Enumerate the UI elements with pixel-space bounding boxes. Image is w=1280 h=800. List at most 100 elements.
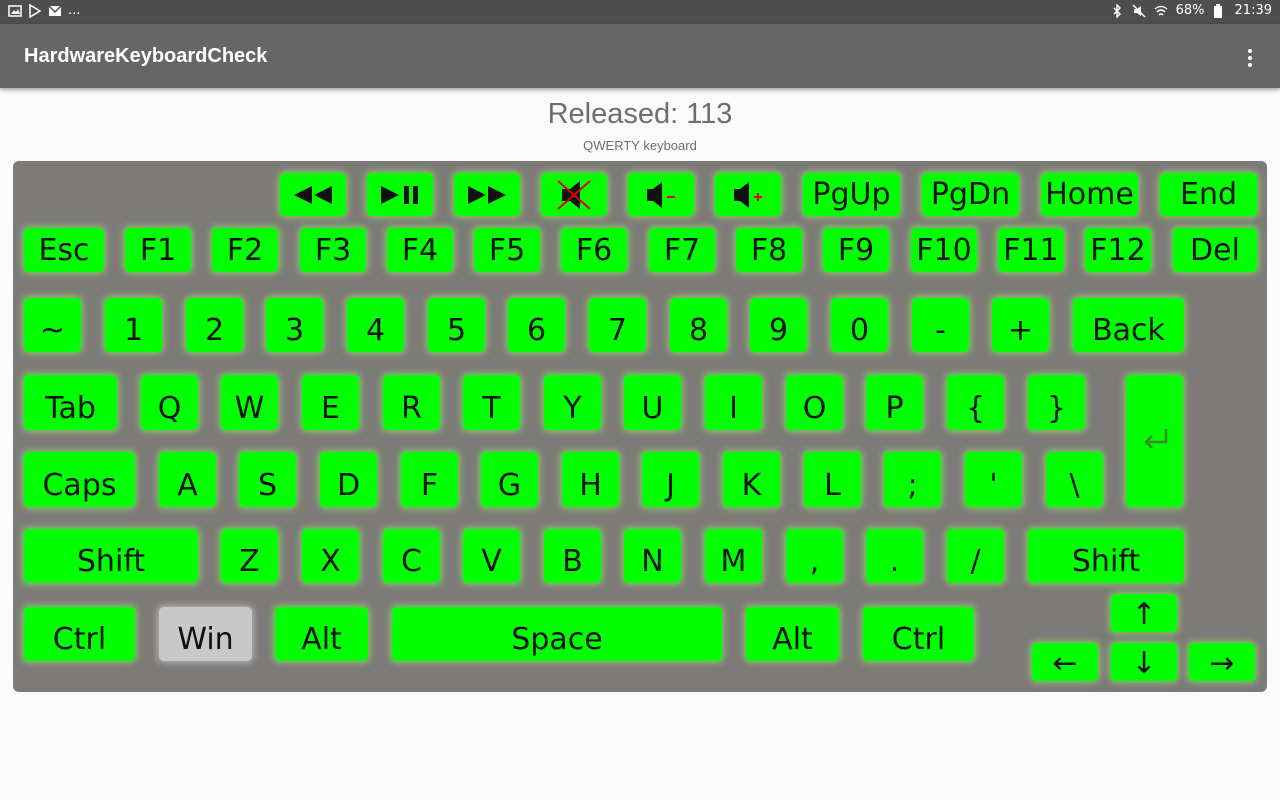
key-6[interactable]: 6 xyxy=(508,298,565,352)
app-title: HardwareKeyboardCheck xyxy=(24,45,268,67)
key-x[interactable]: X xyxy=(302,529,359,583)
key-5[interactable]: 5 xyxy=(428,298,485,352)
slash-key[interactable]: / xyxy=(947,529,1004,583)
arrow-right-key[interactable]: → xyxy=(1189,643,1255,681)
f11-key[interactable]: F11 xyxy=(998,228,1064,272)
f7-key[interactable]: F7 xyxy=(649,228,715,272)
key-z[interactable]: Z xyxy=(221,529,278,583)
key-7[interactable]: 7 xyxy=(589,298,646,352)
key-g[interactable]: G xyxy=(481,452,538,507)
play-store-icon xyxy=(28,3,42,18)
key-s[interactable]: S xyxy=(239,452,296,507)
f2-key[interactable]: F2 xyxy=(212,228,278,272)
key-k[interactable]: K xyxy=(723,452,780,507)
f5-key[interactable]: F5 xyxy=(474,228,540,272)
right-brace-key[interactable]: } xyxy=(1028,375,1085,430)
event-readout: Released: 113 xyxy=(547,98,733,130)
key-t[interactable]: T xyxy=(463,375,520,430)
key-e[interactable]: E xyxy=(302,375,359,430)
key-y[interactable]: Y xyxy=(544,375,601,430)
f3-key[interactable]: F3 xyxy=(300,228,366,272)
minus-key[interactable]: - xyxy=(912,298,969,352)
key-f[interactable]: F xyxy=(401,452,458,507)
left-brace-key[interactable]: { xyxy=(947,375,1004,430)
key-i[interactable]: I xyxy=(705,375,762,430)
key-u[interactable]: U xyxy=(624,375,681,430)
wifi-icon xyxy=(1154,4,1168,18)
mute-key[interactable] xyxy=(541,173,607,216)
arrow-left-key[interactable]: ← xyxy=(1032,643,1098,681)
volume-up-key[interactable] xyxy=(715,173,781,216)
key-w[interactable]: W xyxy=(221,375,278,430)
key-q[interactable]: Q xyxy=(141,375,198,430)
tab-key[interactable]: Tab xyxy=(24,375,117,430)
period-key[interactable]: . xyxy=(866,529,923,583)
comma-key[interactable]: , xyxy=(786,529,843,583)
key-d[interactable]: D xyxy=(320,452,377,507)
f8-key[interactable]: F8 xyxy=(736,228,802,272)
esc-key[interactable]: Esc xyxy=(24,228,104,272)
left-alt-key[interactable]: Alt xyxy=(275,607,368,661)
key-v[interactable]: V xyxy=(463,529,520,583)
key-b[interactable]: B xyxy=(544,529,601,583)
right-alt-key[interactable]: Alt xyxy=(746,607,839,661)
arrow-down-key[interactable]: ↓ xyxy=(1111,643,1177,681)
space-key[interactable]: Space xyxy=(392,607,722,661)
left-shift-key[interactable]: Shift xyxy=(24,529,198,583)
win-key[interactable]: Win xyxy=(159,607,252,661)
play-pause-key[interactable] xyxy=(367,173,433,216)
tilde-key[interactable]: ~ xyxy=(24,298,81,352)
app-bar: HardwareKeyboardCheck xyxy=(0,24,1280,88)
f9-key[interactable]: F9 xyxy=(823,228,889,272)
key-2[interactable]: 2 xyxy=(186,298,243,352)
overflow-menu-icon[interactable] xyxy=(1236,44,1264,72)
key-0[interactable]: 0 xyxy=(831,298,888,352)
volume-down-icon xyxy=(647,181,675,208)
more-notifications: ... xyxy=(68,3,81,18)
volume-down-key[interactable] xyxy=(628,173,694,216)
backspace-key[interactable]: Back xyxy=(1073,298,1184,352)
mail-icon xyxy=(48,4,62,18)
key-n[interactable]: N xyxy=(624,529,681,583)
key-a[interactable]: A xyxy=(159,452,216,507)
key-1[interactable]: 1 xyxy=(105,298,162,352)
key-l[interactable]: L xyxy=(804,452,861,507)
home-key[interactable]: Home xyxy=(1041,173,1138,216)
play-pause-icon xyxy=(381,185,418,204)
end-key[interactable]: End xyxy=(1160,173,1257,216)
left-ctrl-key[interactable]: Ctrl xyxy=(24,607,135,661)
arrow-up-key[interactable]: ↑ xyxy=(1111,594,1177,632)
f4-key[interactable]: F4 xyxy=(387,228,453,272)
key-c[interactable]: C xyxy=(383,529,440,583)
key-r[interactable]: R xyxy=(383,375,440,430)
battery-icon xyxy=(1213,3,1227,18)
pgdn-key[interactable]: PgDn xyxy=(922,173,1019,216)
key-p[interactable]: P xyxy=(866,375,923,430)
right-ctrl-key[interactable]: Ctrl xyxy=(863,607,974,661)
pgup-key[interactable]: PgUp xyxy=(803,173,900,216)
key-4[interactable]: 4 xyxy=(347,298,404,352)
key-j[interactable]: J xyxy=(642,452,699,507)
f6-key[interactable]: F6 xyxy=(561,228,627,272)
key-9[interactable]: 9 xyxy=(750,298,807,352)
key-3[interactable]: 3 xyxy=(266,298,323,352)
enter-key[interactable] xyxy=(1126,375,1183,507)
f1-key[interactable]: F1 xyxy=(125,228,191,272)
keyboard-layout-label: QWERTY keyboard xyxy=(583,138,697,153)
key-8[interactable]: 8 xyxy=(670,298,727,352)
del-key[interactable]: Del xyxy=(1173,228,1257,272)
key-h[interactable]: H xyxy=(562,452,619,507)
f12-key[interactable]: F12 xyxy=(1085,228,1151,272)
key-m[interactable]: M xyxy=(705,529,762,583)
clock: 21:39 xyxy=(1234,3,1272,18)
semicolon-key[interactable]: ; xyxy=(884,452,941,507)
plus-key[interactable]: + xyxy=(992,298,1049,352)
backslash-key[interactable]: \ xyxy=(1046,452,1103,507)
caps-lock-key[interactable]: Caps xyxy=(24,452,135,507)
rewind-key[interactable] xyxy=(280,173,346,216)
key-o[interactable]: O xyxy=(786,375,843,430)
quote-key[interactable]: ' xyxy=(965,452,1022,507)
f10-key[interactable]: F10 xyxy=(911,228,977,272)
right-shift-key[interactable]: Shift xyxy=(1028,529,1184,583)
fast-forward-key[interactable] xyxy=(454,173,520,216)
